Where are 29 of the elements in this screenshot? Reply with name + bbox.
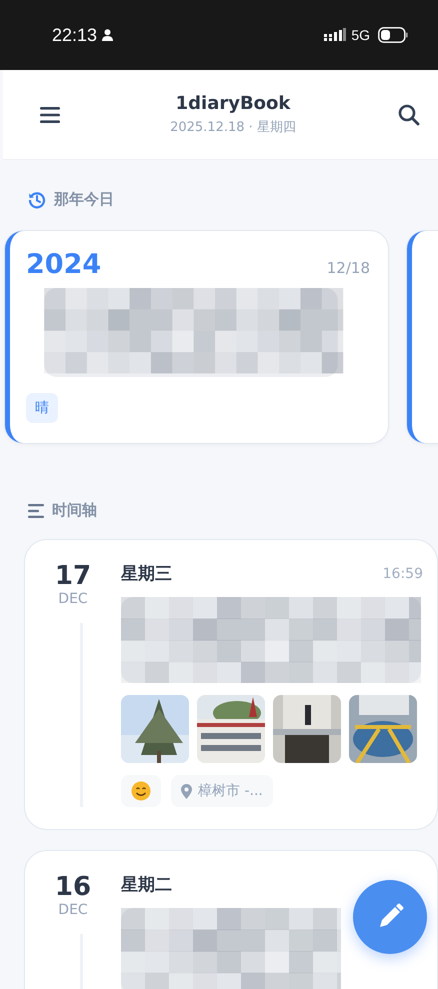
entry-time: 16:59 xyxy=(382,566,423,582)
location-pin-icon xyxy=(181,784,192,798)
status-time: 22:13 xyxy=(52,24,98,46)
section-title: 时间轴 xyxy=(52,501,97,520)
header-date: 2025.12.18 · 星期四 xyxy=(170,119,296,136)
smiley-icon xyxy=(131,781,151,801)
diary-entry-card[interactable]: 17 DEC 星期三 16:59 樟树市 -... xyxy=(25,540,437,829)
menu-icon[interactable] xyxy=(40,106,60,122)
entry-day: 16 xyxy=(54,873,92,902)
app-title: 1diaryBook xyxy=(176,93,290,114)
memory-date: 12/18 xyxy=(326,259,370,277)
memory-card[interactable]: 2024 12/18 晴 xyxy=(5,231,388,443)
entry-day: 17 xyxy=(54,562,92,591)
entry-weekday: 星期二 xyxy=(121,874,172,896)
list-icon xyxy=(28,504,44,518)
person-icon xyxy=(102,29,114,41)
search-icon[interactable] xyxy=(398,104,420,126)
mood-chip[interactable] xyxy=(121,775,161,807)
entry-month: DEC xyxy=(58,590,88,607)
network-label: 5G xyxy=(351,27,370,43)
history-icon xyxy=(28,190,46,208)
memory-year: 2024 xyxy=(26,249,102,280)
signal-icon xyxy=(324,28,346,42)
weather-tag: 晴 xyxy=(26,393,58,423)
entry-weekday: 星期三 xyxy=(121,563,172,585)
section-title: 那年今日 xyxy=(54,190,114,209)
battery-icon xyxy=(378,27,408,43)
diary-entry-card[interactable]: 16 DEC 星期二 xyxy=(25,851,437,989)
entry-month: DEC xyxy=(58,902,88,918)
